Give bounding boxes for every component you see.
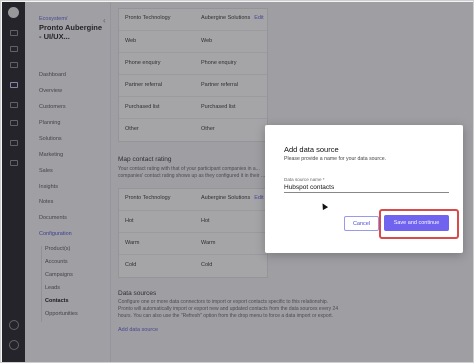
add-data-source-dialog: Add data source Please provide a name fo…	[265, 125, 463, 253]
cancel-button[interactable]: Cancel	[344, 216, 379, 231]
app-window: Ecosystem/ ‹ Pronto Aubergine - UI/UX...…	[0, 0, 474, 363]
save-and-continue-button[interactable]: Save and continue	[384, 215, 449, 231]
mouse-cursor-icon	[319, 201, 329, 211]
data-source-name-label: Data source name *	[284, 177, 325, 182]
dialog-title: Add data source	[284, 145, 339, 154]
dialog-subtitle: Please provide a name for your data sour…	[284, 156, 387, 162]
data-source-name-input[interactable]	[284, 183, 449, 193]
